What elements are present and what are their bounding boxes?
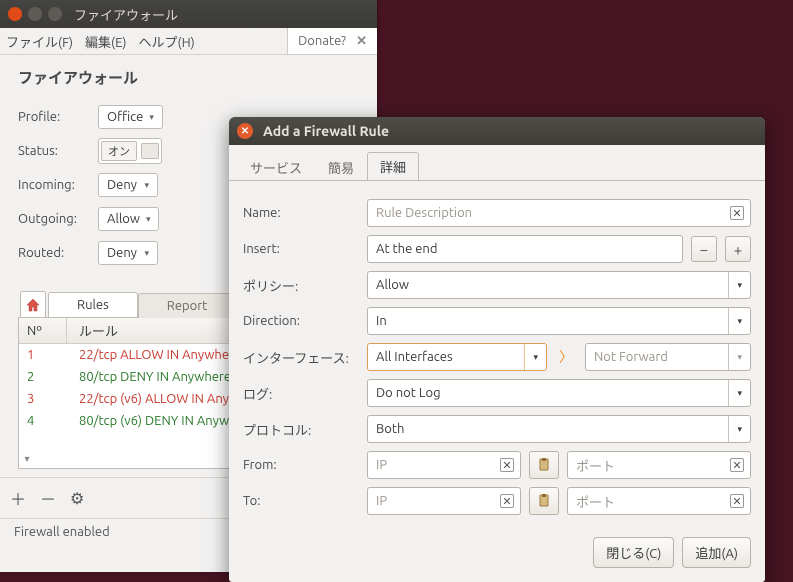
tab-advanced[interactable]: 詳細 — [367, 152, 419, 180]
donate-label: Donate? — [298, 34, 346, 48]
tab-report[interactable]: Report — [138, 293, 237, 318]
dialog-body: Name: Rule Description✕ Insert: At the e… — [229, 181, 765, 529]
protocol-label: プロトコル: — [243, 420, 359, 439]
policy-label: ポリシー: — [243, 276, 359, 295]
dialog-titlebar: ✕ Add a Firewall Rule — [229, 117, 765, 145]
profile-select[interactable]: Office — [98, 105, 163, 129]
section-title: ファイアウォール — [18, 67, 359, 88]
name-label: Name: — [243, 206, 359, 220]
clear-icon[interactable]: ✕ — [500, 494, 514, 508]
policy-select[interactable]: Allow — [367, 271, 751, 299]
dialog-tabs: サービス 簡易 詳細 — [229, 145, 765, 181]
insert-input[interactable]: At the end — [367, 235, 683, 263]
tab-simple[interactable]: 簡易 — [315, 153, 367, 181]
forward-select[interactable]: Not Forward — [585, 343, 751, 371]
to-label: To: — [243, 494, 359, 508]
dialog-close-icon[interactable]: ✕ — [237, 123, 253, 139]
insert-minus-button[interactable]: − — [691, 236, 717, 262]
clear-icon[interactable]: ✕ — [730, 458, 744, 472]
paste-from-icon[interactable] — [529, 451, 559, 479]
main-titlebar: ファイアウォール — [0, 0, 377, 28]
window-close-icon[interactable] — [8, 7, 22, 21]
direction-label: Direction: — [243, 314, 359, 328]
menu-file[interactable]: ファイル(F) — [6, 32, 73, 51]
arrow-right-icon: 〉 — [555, 347, 577, 367]
incoming-select[interactable]: Deny — [98, 173, 158, 197]
add-rule-dialog: ✕ Add a Firewall Rule サービス 簡易 詳細 Name: R… — [229, 117, 765, 582]
outgoing-label: Outgoing: — [18, 212, 98, 226]
dialog-footer: 閉じる(C) 追加(A) — [229, 529, 765, 582]
tab-rules[interactable]: Rules — [48, 292, 138, 317]
add-rule-button[interactable]: ＋ — [10, 486, 26, 510]
to-port-input[interactable]: ポート✕ — [567, 487, 751, 515]
window-maximize-icon[interactable] — [48, 7, 62, 21]
settings-icon[interactable]: ⚙ — [70, 489, 84, 508]
clear-icon[interactable]: ✕ — [730, 206, 744, 220]
clear-icon[interactable]: ✕ — [730, 494, 744, 508]
close-button[interactable]: 閉じる(C) — [593, 537, 674, 568]
to-ip-input[interactable]: IP✕ — [367, 487, 521, 515]
remove-rule-button[interactable]: － — [40, 486, 56, 510]
insert-label: Insert: — [243, 242, 359, 256]
from-port-input[interactable]: ポート✕ — [567, 451, 751, 479]
insert-plus-button[interactable]: + — [725, 236, 751, 262]
protocol-select[interactable]: Both — [367, 415, 751, 443]
add-button[interactable]: 追加(A) — [682, 537, 751, 568]
name-input[interactable]: Rule Description✕ — [367, 199, 751, 227]
clear-icon[interactable]: ✕ — [500, 458, 514, 472]
main-title: ファイアウォール — [74, 5, 178, 24]
donate-close-icon[interactable]: ✕ — [356, 34, 367, 49]
tab-service[interactable]: サービス — [237, 153, 315, 181]
interface-label: インターフェース: — [243, 348, 359, 367]
dialog-title: Add a Firewall Rule — [263, 123, 389, 139]
routed-select[interactable]: Deny — [98, 241, 158, 265]
profile-label: Profile: — [18, 110, 98, 124]
status-label: Status: — [18, 144, 98, 158]
interface-select[interactable]: All Interfaces — [367, 343, 547, 371]
from-label: From: — [243, 458, 359, 472]
outgoing-select[interactable]: Allow — [98, 207, 159, 231]
window-minimize-icon[interactable] — [28, 7, 42, 21]
home-icon[interactable] — [20, 291, 46, 317]
menu-help[interactable]: ヘルプ(H) — [139, 32, 195, 51]
menu-edit[interactable]: 編集(E) — [85, 32, 126, 51]
from-ip-input[interactable]: IP✕ — [367, 451, 521, 479]
col-number[interactable]: Nº — [19, 318, 67, 343]
scroll-down-icon[interactable]: ▾ — [19, 451, 35, 467]
status-switch[interactable]: オン — [98, 138, 162, 164]
incoming-label: Incoming: — [18, 178, 98, 192]
routed-label: Routed: — [18, 246, 98, 260]
log-label: ログ: — [243, 384, 359, 403]
donate-tab[interactable]: Donate? ✕ — [287, 28, 377, 55]
direction-select[interactable]: In — [367, 307, 751, 335]
log-select[interactable]: Do not Log — [367, 379, 751, 407]
paste-to-icon[interactable] — [529, 487, 559, 515]
switch-handle-icon — [141, 143, 159, 159]
